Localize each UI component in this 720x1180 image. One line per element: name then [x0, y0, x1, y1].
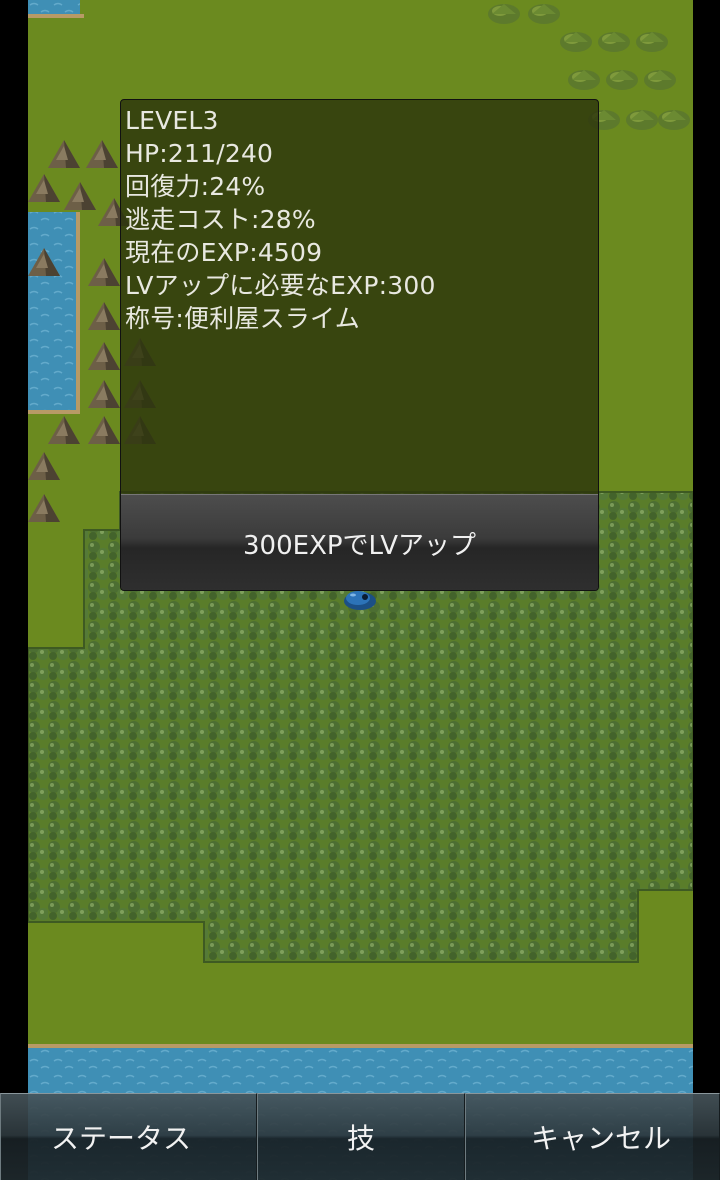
title-text: 称号:便利屋スライム — [125, 304, 360, 333]
level-up-button[interactable]: 300EXPでLVアップ — [121, 494, 598, 590]
level-text: LEVEL3 — [125, 106, 219, 135]
hp-text: HP:211/240 — [125, 139, 274, 168]
status-window: LEVEL3 HP:211/240 回復力:24% 逃走コスト:28% 現在のE… — [120, 99, 599, 591]
status-button[interactable]: ステータス — [0, 1093, 258, 1180]
status-list: LEVEL3 HP:211/240 回復力:24% 逃走コスト:28% 現在のE… — [125, 104, 436, 335]
game-screen: LEVEL3 HP:211/240 回復力:24% 逃走コスト:28% 現在のE… — [0, 0, 720, 1180]
skill-button[interactable]: 技 — [257, 1093, 465, 1180]
recovery-text: 回復力:24% — [125, 172, 266, 201]
cancel-button[interactable]: キャンセル — [464, 1093, 720, 1180]
left-border — [0, 0, 28, 1180]
bottom-menu-bar: ステータス 技 キャンセル — [0, 1093, 720, 1180]
current-exp-text: 現在のEXP:4509 — [125, 238, 323, 267]
escape-cost-text: 逃走コスト:28% — [125, 205, 316, 234]
right-border — [693, 0, 720, 1180]
exp-needed-text: LVアップに必要なEXP:300 — [125, 271, 436, 300]
